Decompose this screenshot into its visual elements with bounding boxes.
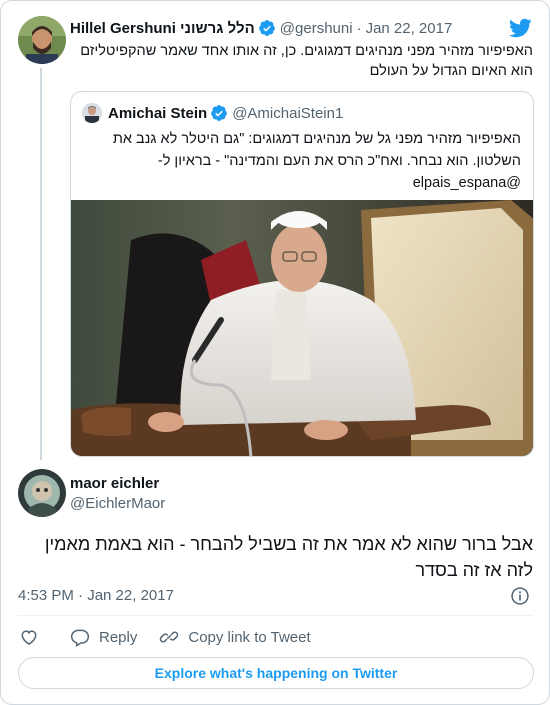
parent-date[interactable]: Jan 22, 2017 — [366, 20, 453, 37]
like-button[interactable] — [19, 627, 48, 647]
parent-handle[interactable]: @gershuni — [280, 20, 353, 37]
quoted-tweet-header: Amichai Stein @AmichaiStein1 — [82, 103, 343, 123]
reply-handle[interactable]: @EichlerMaor — [70, 495, 165, 512]
verified-badge-icon — [211, 105, 228, 121]
parent-tweet-text: האפיפיור מזהיר מפני מנהיגים דמגוגים. כן,… — [80, 43, 533, 79]
copy-link-button[interactable]: Copy link to Tweet — [159, 627, 311, 647]
quoted-tweet-text: האפיפיור מזהיר מפני גל של מנהיגים דמגוגי… — [112, 131, 521, 191]
link-icon — [160, 631, 179, 643]
avatar-hillel[interactable] — [18, 16, 66, 64]
verified-badge-icon — [258, 20, 275, 36]
avatar-amichai — [82, 103, 102, 123]
dot-separator: · — [356, 19, 362, 37]
heart-icon — [21, 630, 37, 645]
reply-button[interactable]: Reply — [70, 627, 137, 647]
quoted-author-name: Amichai Stein — [108, 104, 208, 122]
quoted-tweet-card[interactable]: Amichai Stein @AmichaiStein1 האפיפיור מז… — [70, 91, 534, 457]
info-icon[interactable] — [510, 586, 530, 606]
copy-link-label: Copy link to Tweet — [188, 628, 311, 646]
parent-author-name[interactable]: Hillel Gershuni הלל גרשוני — [70, 20, 255, 37]
parent-tweet-header: Hillel Gershuni הלל גרשוני @gershuni · J… — [70, 18, 452, 38]
quoted-handle: @AmichaiStein1 — [232, 104, 344, 122]
twitter-logo-icon[interactable] — [508, 16, 532, 40]
explore-twitter-button[interactable]: Explore what's happening on Twitter — [18, 657, 534, 689]
reply-timestamp[interactable]: 4:53 PM · Jan 22, 2017 — [18, 587, 174, 604]
avatar-maor[interactable] — [18, 469, 66, 517]
reply-tweet-text: אבל ברור שהוא לא אמר את זה בשביל להבחר -… — [44, 534, 533, 580]
reply-label: Reply — [99, 628, 138, 646]
divider — [17, 615, 533, 616]
reply-bubble-icon — [70, 629, 90, 647]
thread-line — [40, 68, 42, 460]
tweet-actions: Reply Copy link to Tweet — [19, 626, 333, 648]
reply-author-name[interactable]: maor eichler — [70, 475, 159, 492]
tweet-embed-card: Hillel Gershuni הלל גרשוני @gershuni · J… — [0, 0, 550, 705]
quoted-tweet-photo[interactable] — [71, 200, 534, 457]
